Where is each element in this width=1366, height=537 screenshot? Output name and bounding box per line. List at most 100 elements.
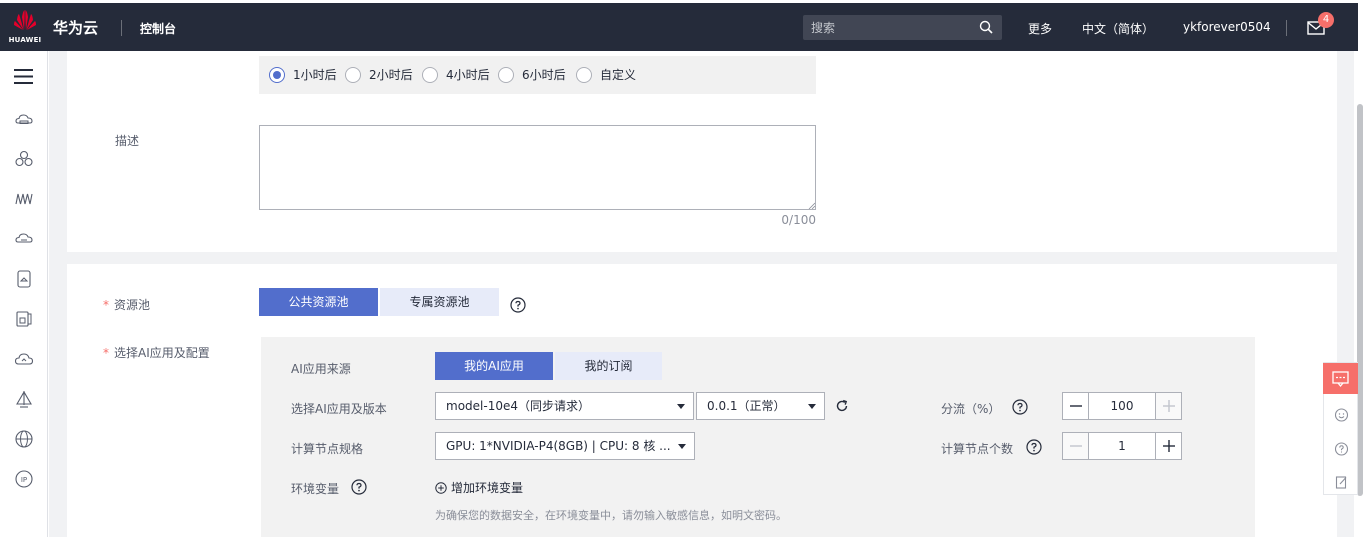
cluster-icon[interactable]	[14, 149, 34, 169]
radio-circle[interactable]	[422, 67, 438, 83]
decrease-button[interactable]	[1063, 433, 1089, 459]
plus-icon	[1163, 440, 1175, 452]
notification-badge: 4	[1318, 12, 1334, 28]
floating-toolbar	[1323, 362, 1358, 495]
minus-icon	[1070, 445, 1082, 447]
search-box[interactable]	[803, 15, 1002, 40]
required-mark: *	[103, 298, 109, 312]
minus-icon	[1070, 405, 1082, 407]
char-counter: 0/100	[781, 213, 816, 227]
dedicated-pool-button[interactable]: 专属资源池	[380, 288, 499, 316]
cloud-icon[interactable]	[14, 349, 34, 369]
traffic-split-stepper[interactable]: 100	[1062, 392, 1182, 420]
container-icon[interactable]	[14, 309, 34, 329]
message-icon	[1332, 371, 1349, 388]
divider	[121, 20, 122, 36]
increase-button[interactable]	[1155, 393, 1181, 419]
resource-pool-label-text: 资源池	[114, 298, 151, 312]
help-icon[interactable]	[1026, 439, 1042, 455]
deployment-config-card: * 资源池 公共资源池 专属资源池 * 选择AI应用及配置 AI应用来源 我的AI应…	[67, 264, 1337, 537]
username-menu[interactable]: ykforever0504	[1183, 20, 1271, 34]
help-icon[interactable]	[510, 297, 526, 313]
traffic-split-label: 分流（%）	[941, 402, 1001, 416]
env-var-hint: 为确保您的数据安全，在环境变量中，请勿输入敏感信息，如明文密码。	[435, 509, 787, 522]
top-bar: HUAWEI 华为云 控制台 更多 中文（简体） ykforever0504 4	[0, 3, 1358, 51]
env-var-label: 环境变量	[291, 482, 340, 496]
traffic-split-value[interactable]: 100	[1090, 393, 1154, 419]
add-env-var-label: 增加环境变量	[451, 481, 524, 495]
version-select-value: 0.0.1（正常）	[707, 399, 786, 413]
question-icon	[1334, 442, 1349, 456]
huawei-flower-icon	[14, 10, 36, 30]
radio-label: 4小时后	[446, 68, 490, 82]
chevron-down-icon	[808, 404, 816, 409]
ai-app-select-value: model-10e4（同步请求）	[446, 399, 590, 413]
smiley-button[interactable]	[1324, 398, 1359, 431]
node-spec-label: 计算节点规格	[291, 442, 364, 456]
resize-handle-icon[interactable]	[808, 202, 815, 209]
radio-label: 6小时后	[522, 68, 566, 82]
storage-icon[interactable]	[14, 269, 34, 289]
node-count-stepper[interactable]: 1	[1062, 432, 1182, 460]
ip-icon[interactable]: IP	[14, 469, 34, 489]
brand-name[interactable]: 华为云	[53, 17, 98, 38]
resource-pool-label: * 资源池	[103, 296, 150, 313]
help-icon[interactable]	[351, 479, 367, 495]
help-center-button[interactable]	[1324, 432, 1359, 465]
edit-icon	[1335, 476, 1347, 489]
required-mark: *	[103, 346, 109, 360]
increase-button[interactable]	[1155, 433, 1181, 459]
more-menu[interactable]: 更多	[1028, 20, 1052, 37]
divider	[1286, 20, 1287, 36]
deploy-icon[interactable]	[14, 389, 34, 409]
menu-icon[interactable]	[14, 68, 33, 85]
chevron-down-icon	[677, 404, 685, 409]
add-circle-icon	[435, 482, 447, 494]
globe-icon[interactable]	[14, 429, 34, 449]
my-ai-app-button[interactable]: 我的AI应用	[435, 352, 553, 380]
description-label: 描述	[115, 134, 140, 148]
radio-label: 2小时后	[369, 68, 413, 82]
notes-button[interactable]	[1324, 465, 1359, 498]
help-icon[interactable]	[1012, 399, 1028, 415]
radio-circle-selected[interactable]	[269, 67, 285, 83]
language-selector[interactable]: 中文（简体）	[1082, 20, 1154, 37]
version-select[interactable]: 0.0.1（正常）	[696, 392, 825, 420]
search-icon[interactable]	[979, 20, 993, 34]
node-count-label: 计算节点个数	[941, 442, 1014, 456]
node-spec-select[interactable]: GPU: 1*NVIDIA-P4(8GB) | CPU: 8 核 ...	[435, 432, 695, 460]
feedback-button[interactable]	[1323, 363, 1358, 394]
main-content: 1小时后 2小时后 4小时后 6小时后 自定义 描述 0/100 * 资源池 公…	[49, 51, 1354, 537]
basic-info-card: 1小时后 2小时后 4小时后 6小时后 自定义 描述 0/100	[67, 51, 1337, 252]
decrease-button[interactable]	[1063, 393, 1089, 419]
radio-circle[interactable]	[498, 67, 514, 83]
database-icon[interactable]	[14, 229, 34, 249]
radio-label: 自定义	[600, 68, 637, 82]
plus-icon	[1163, 400, 1175, 412]
add-env-var-button[interactable]: 增加环境变量	[435, 479, 523, 496]
console-link[interactable]: 控制台	[140, 20, 176, 37]
radio-label: 1小时后	[293, 68, 337, 82]
ai-config-label-text: 选择AI应用及配置	[114, 346, 210, 360]
ai-config-panel: AI应用来源 我的AI应用 我的订阅 选择AI应用及版本 model-10e4（…	[261, 337, 1255, 537]
smiley-icon	[1334, 408, 1349, 422]
cloud-server-icon[interactable]	[14, 110, 34, 130]
svg-text:IP: IP	[21, 476, 27, 484]
huawei-logo[interactable]: HUAWEI	[8, 9, 42, 45]
ai-app-select[interactable]: model-10e4（同步请求）	[435, 392, 694, 420]
ai-source-label: AI应用来源	[291, 362, 351, 376]
node-spec-select-value: GPU: 1*NVIDIA-P4(8GB) | CPU: 8 核 ...	[446, 439, 671, 453]
node-count-value[interactable]: 1	[1090, 433, 1154, 459]
my-subscription-button[interactable]: 我的订阅	[555, 352, 662, 380]
left-sidebar: IP	[0, 51, 48, 537]
refresh-icon[interactable]	[835, 399, 849, 413]
timeout-radio-group: 1小时后 2小时后 4小时后 6小时后 自定义	[259, 56, 816, 94]
chevron-down-icon	[678, 444, 686, 449]
ai-config-label: * 选择AI应用及配置	[103, 344, 210, 361]
radio-circle[interactable]	[345, 67, 361, 83]
network-icon[interactable]	[14, 189, 34, 209]
search-input[interactable]	[811, 19, 971, 36]
radio-circle[interactable]	[576, 67, 592, 83]
description-textarea[interactable]	[259, 125, 816, 210]
public-pool-button[interactable]: 公共资源池	[259, 288, 378, 316]
